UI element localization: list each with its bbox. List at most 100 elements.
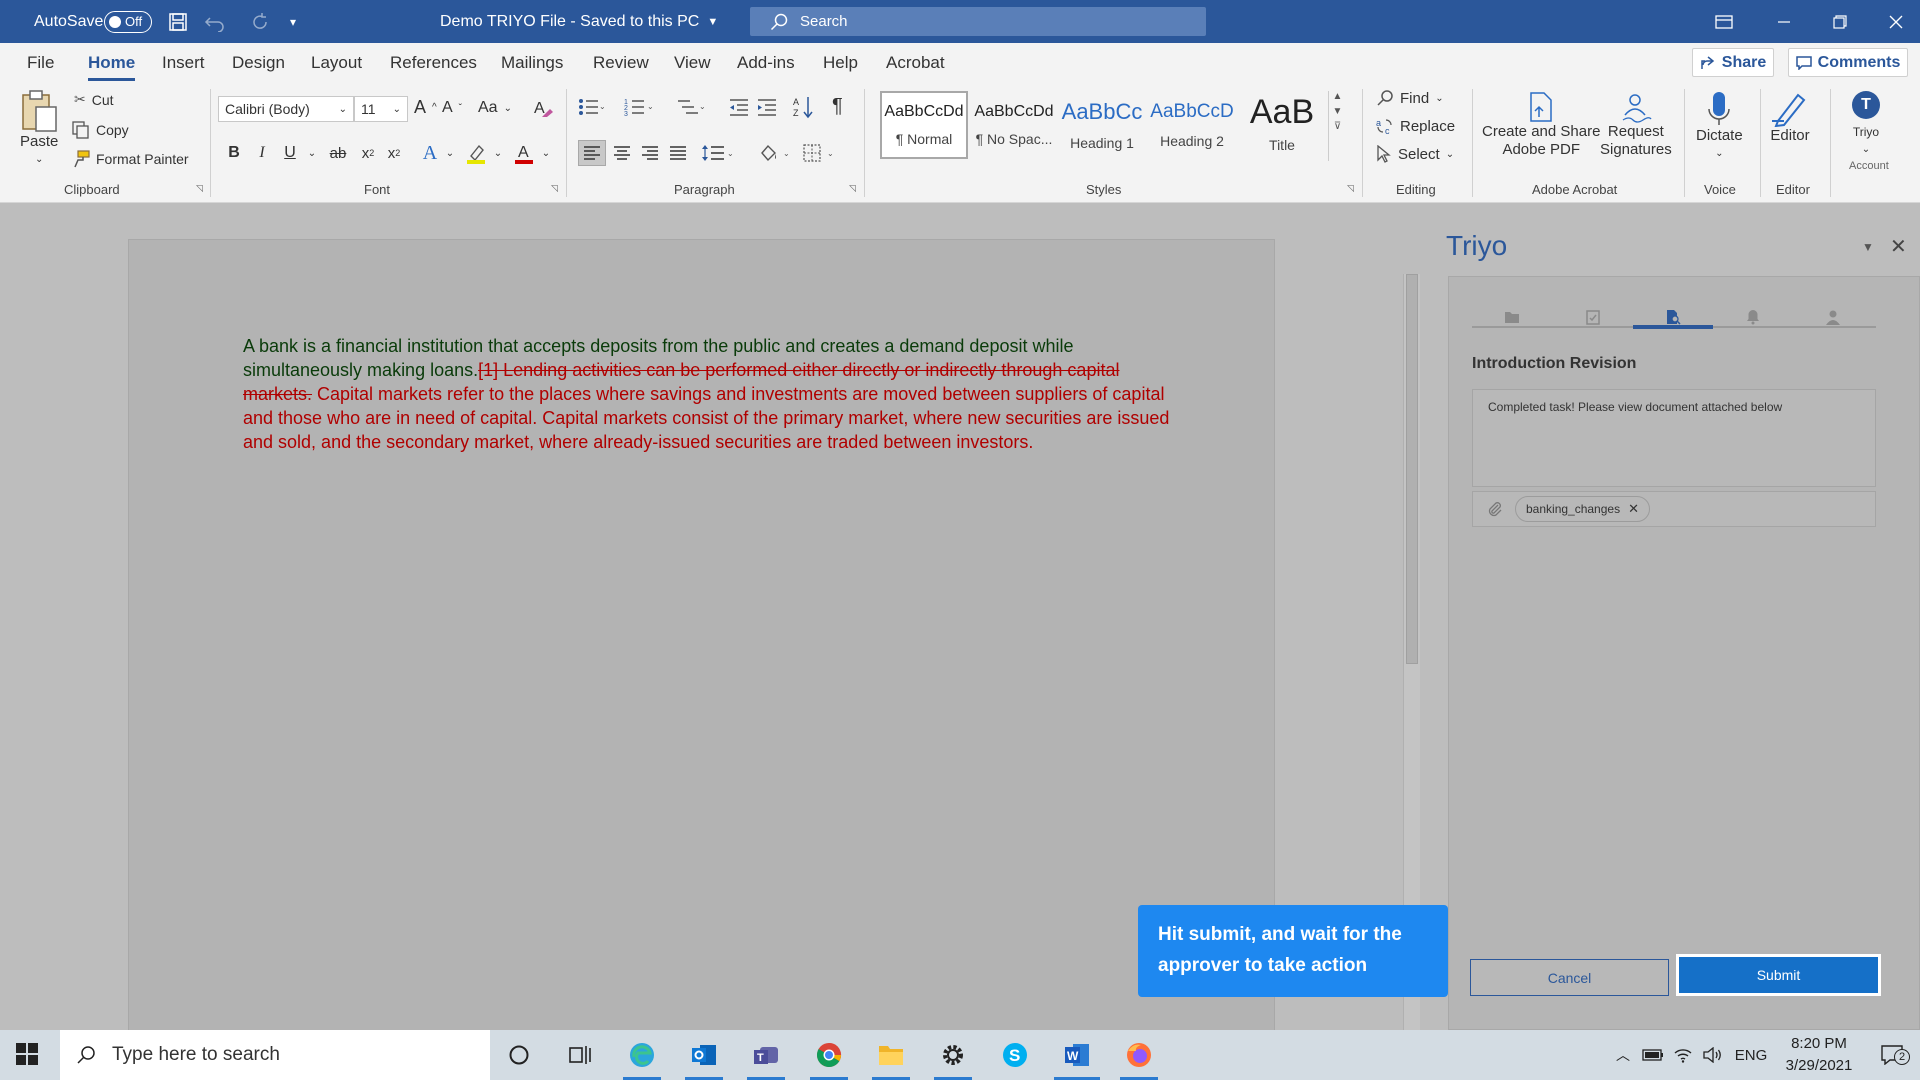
tab-file[interactable]: File bbox=[27, 43, 54, 83]
task-view-icon[interactable] bbox=[553, 1030, 607, 1080]
superscript-icon[interactable]: x2 bbox=[382, 140, 406, 166]
copy-button[interactable]: Copy bbox=[72, 121, 129, 139]
tab-home[interactable]: Home bbox=[88, 43, 136, 83]
tab-view[interactable]: View bbox=[674, 43, 711, 83]
attachment-chip[interactable]: banking_changes ✕ bbox=[1515, 496, 1650, 522]
restore-icon[interactable] bbox=[1812, 0, 1868, 43]
more-styles-icon[interactable]: ⊽ bbox=[1334, 121, 1341, 132]
bold-icon[interactable]: B bbox=[222, 140, 246, 166]
minimize-icon[interactable] bbox=[1756, 0, 1812, 43]
find-button[interactable]: Find ⌄ bbox=[1376, 89, 1444, 107]
remove-attachment-icon[interactable]: ✕ bbox=[1628, 501, 1639, 517]
multilevel-list-icon[interactable]: ⌄ bbox=[676, 97, 706, 117]
shrink-font-icon[interactable]: Aˇ bbox=[442, 99, 462, 117]
comments-button[interactable]: Comments bbox=[1788, 48, 1908, 77]
save-icon[interactable] bbox=[168, 0, 188, 43]
tab-insert[interactable]: Insert bbox=[162, 43, 205, 83]
dialog-launcher-icon[interactable]: ◹ bbox=[849, 183, 856, 194]
volume-icon[interactable] bbox=[1698, 1047, 1728, 1063]
increase-indent-icon[interactable] bbox=[756, 97, 778, 117]
scrollbar-thumb[interactable] bbox=[1406, 274, 1418, 664]
style-heading-1[interactable]: AaBbCc Heading 1 bbox=[1058, 91, 1146, 159]
settings-gear-icon[interactable] bbox=[926, 1030, 980, 1080]
redo-icon[interactable] bbox=[250, 0, 270, 43]
windows-start-icon[interactable] bbox=[16, 1043, 38, 1070]
style-no-spacing[interactable]: AaBbCcDd ¶ No Spac... bbox=[970, 91, 1058, 159]
dictate-button[interactable]: Dictate ⌄ bbox=[1696, 91, 1743, 163]
battery-icon[interactable] bbox=[1638, 1049, 1668, 1061]
tab-review[interactable]: Review bbox=[593, 43, 649, 83]
clear-formatting-icon[interactable]: A bbox=[532, 97, 554, 119]
ribbon-display-icon[interactable] bbox=[1696, 0, 1752, 43]
tab-acrobat[interactable]: Acrobat bbox=[886, 43, 945, 83]
cancel-button[interactable]: Cancel bbox=[1470, 959, 1669, 996]
shading-icon[interactable]: ⌄ bbox=[756, 140, 796, 166]
firefox-icon[interactable] bbox=[1112, 1030, 1166, 1080]
message-input[interactable]: Completed task! Please view document att… bbox=[1472, 389, 1876, 487]
cortana-icon[interactable] bbox=[492, 1030, 546, 1080]
tab-help[interactable]: Help bbox=[823, 43, 858, 83]
outlook-icon[interactable] bbox=[677, 1030, 731, 1080]
italic-icon[interactable]: I bbox=[250, 140, 274, 166]
taskbar-search-input[interactable]: Type here to search bbox=[60, 1030, 490, 1080]
style-normal[interactable]: AaBbCcDd ¶ Normal bbox=[880, 91, 968, 159]
show-hidden-icons-icon[interactable]: ︿ bbox=[1608, 1045, 1638, 1065]
dialog-launcher-icon[interactable]: ◹ bbox=[1347, 183, 1354, 194]
chevron-down-icon[interactable]: ⌄ bbox=[438, 140, 462, 166]
language-indicator[interactable]: ENG bbox=[1728, 1047, 1774, 1064]
align-left-icon[interactable] bbox=[578, 140, 606, 166]
undo-icon[interactable] bbox=[204, 0, 226, 43]
font-size-select[interactable]: 11 ⌄ bbox=[354, 96, 408, 122]
subscript-icon[interactable]: x2 bbox=[356, 140, 380, 166]
font-color-icon[interactable]: A bbox=[512, 140, 536, 166]
sort-icon[interactable]: AZ bbox=[792, 95, 816, 119]
paperclip-icon[interactable] bbox=[1487, 501, 1503, 517]
request-signatures-button[interactable]: Request Signatures bbox=[1600, 91, 1672, 159]
highlighter-icon[interactable] bbox=[464, 140, 488, 166]
replace-button[interactable]: ac Replace bbox=[1376, 117, 1455, 136]
document-page[interactable]: A bank is a financial institution that a… bbox=[128, 239, 1275, 1039]
skype-icon[interactable]: S bbox=[988, 1030, 1042, 1080]
dialog-launcher-icon[interactable]: ◹ bbox=[551, 183, 558, 194]
paste-button[interactable]: Paste ⌄ bbox=[20, 89, 58, 169]
align-right-icon[interactable] bbox=[636, 140, 664, 166]
dialog-launcher-icon[interactable]: ◹ bbox=[196, 183, 203, 194]
tab-design[interactable]: Design bbox=[232, 43, 285, 83]
close-icon[interactable] bbox=[1868, 0, 1920, 43]
chrome-icon[interactable] bbox=[802, 1030, 856, 1080]
bullets-icon[interactable]: ⌄ bbox=[578, 97, 604, 117]
font-name-select[interactable]: Calibri (Body) ⌄ bbox=[218, 96, 354, 122]
autosave-toggle[interactable]: Off bbox=[104, 10, 152, 33]
search-input[interactable]: Search bbox=[750, 7, 1206, 36]
tab-layout[interactable]: Layout bbox=[311, 43, 362, 83]
grow-font-icon[interactable]: A ^ bbox=[414, 97, 437, 118]
tab-mailings[interactable]: Mailings bbox=[501, 43, 563, 83]
document-body[interactable]: A bank is a financial institution that a… bbox=[243, 334, 1183, 454]
edge-icon[interactable] bbox=[615, 1030, 669, 1080]
create-share-pdf-button[interactable]: Create and Share Adobe PDF bbox=[1482, 91, 1600, 159]
strikethrough-icon[interactable]: ab bbox=[326, 140, 350, 166]
document-title[interactable]: Demo TRIYO File - Saved to this PC ▼ bbox=[440, 0, 718, 43]
word-icon[interactable]: W bbox=[1050, 1030, 1104, 1080]
line-spacing-icon[interactable]: ⌄ bbox=[700, 140, 740, 166]
chevron-down-icon[interactable]: ⌄ bbox=[534, 140, 558, 166]
tab-add-ins[interactable]: Add-ins bbox=[737, 43, 795, 83]
select-button[interactable]: Select ⌄ bbox=[1376, 145, 1454, 163]
file-explorer-icon[interactable] bbox=[864, 1030, 918, 1080]
wifi-icon[interactable] bbox=[1668, 1047, 1698, 1063]
styles-scroll[interactable]: ▲ ▼ ⊽ bbox=[1328, 91, 1346, 161]
chevron-down-icon[interactable]: ▼ bbox=[1333, 106, 1343, 117]
show-formatting-icon[interactable]: ¶ bbox=[832, 95, 843, 118]
submit-button[interactable]: Submit bbox=[1676, 954, 1881, 996]
cut-button[interactable]: ✂ Cut bbox=[74, 91, 114, 108]
editor-button[interactable]: Editor bbox=[1770, 91, 1810, 145]
notifications-icon[interactable]: 2 bbox=[1864, 1045, 1920, 1065]
numbering-icon[interactable]: 1 2 3 ⌄ bbox=[624, 97, 654, 117]
tab-references[interactable]: References bbox=[390, 43, 477, 83]
format-painter-button[interactable]: Format Painter bbox=[72, 150, 189, 168]
decrease-indent-icon[interactable] bbox=[728, 97, 750, 117]
style-heading-2[interactable]: AaBbCcD Heading 2 bbox=[1148, 91, 1236, 159]
underline-icon[interactable]: U bbox=[278, 140, 302, 166]
style-title[interactable]: AaB Title bbox=[1238, 91, 1326, 159]
customize-qat-icon[interactable]: ▾ bbox=[290, 0, 296, 43]
